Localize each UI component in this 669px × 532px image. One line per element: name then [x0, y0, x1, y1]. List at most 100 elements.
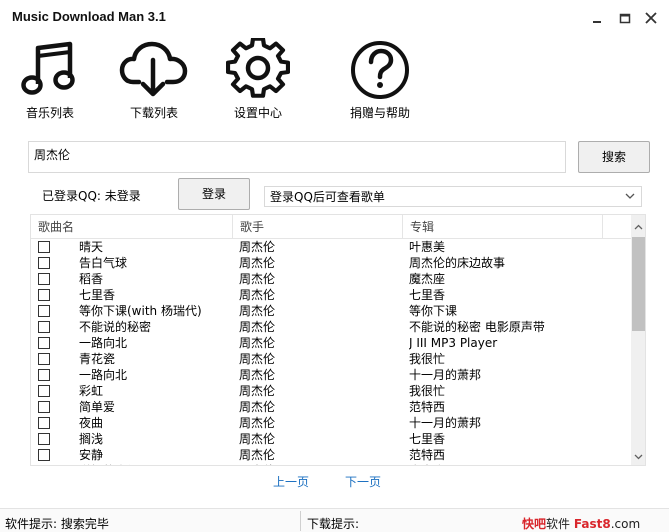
minimize-button[interactable] [586, 8, 608, 28]
song-title-cell: 搁浅 [79, 432, 104, 446]
table-row[interactable]: 告白气球 周杰伦 周杰伦的床边故事 [31, 255, 631, 271]
row-checkbox[interactable] [38, 417, 50, 429]
table-row[interactable]: 稻香 周杰伦 魔杰座 [31, 271, 631, 287]
row-checkbox[interactable] [38, 321, 50, 333]
cloud-download-icon [119, 41, 188, 97]
table-row[interactable]: 七里香 周杰伦 七里香 [31, 287, 631, 303]
table-row[interactable]: 一路向北 周杰伦 十一月的萧邦 [31, 367, 631, 383]
album-cell: J III MP3 Player [409, 336, 498, 350]
watermark: 快吧软件 Fast8.com [522, 515, 640, 532]
header-title[interactable]: 歌曲名 [31, 215, 233, 239]
album-cell: 十一月的萧邦 [409, 416, 482, 430]
table-row[interactable]: 不能说的秘密 周杰伦 不能说的秘密 电影原声带 [31, 319, 631, 335]
artist-cell: 周杰伦 [239, 416, 276, 430]
login-status-value: 未登录 [104, 189, 141, 203]
artist-cell: 周杰伦 [239, 256, 276, 270]
table-row[interactable]: 搁浅 周杰伦 七里香 [31, 431, 631, 447]
row-checkbox[interactable] [38, 273, 50, 285]
artist-cell: 周杰伦 [239, 448, 276, 462]
album-cell: 我很忙 [409, 352, 446, 366]
artist-cell: 周杰伦 [239, 304, 276, 318]
song-title-cell: 彩虹 [79, 384, 104, 398]
header-album[interactable]: 专辑 [403, 215, 603, 239]
scrollbar-thumb[interactable] [632, 237, 645, 331]
download-list-label: 下载列表 [129, 106, 178, 120]
artist-cell: 周杰伦 [239, 432, 276, 446]
album-cell: 七里香 [409, 288, 446, 302]
close-icon [645, 12, 657, 24]
toolbar: 音乐列表 下载列表 设置中心 捐赠与帮助 [0, 38, 669, 124]
song-table: 歌曲名 歌手 专辑 晴天 周杰伦 叶惠美 告白气球 周杰伦 周杰伦的床边故事 稻香 周杰伦 魔杰… [30, 214, 646, 466]
song-title-cell: 晴天 [79, 240, 104, 254]
row-checkbox[interactable] [38, 241, 50, 253]
vertical-scrollbar[interactable] [631, 215, 646, 465]
song-title-cell: 夜曲 [79, 416, 104, 430]
table-row[interactable]: 说好的幸福呢 周杰伦 魔杰座 [31, 463, 631, 466]
search-button[interactable]: 搜索 [578, 141, 650, 173]
scroll-up-icon[interactable] [631, 219, 646, 236]
maximize-button[interactable] [614, 8, 636, 28]
row-checkbox[interactable] [38, 449, 50, 461]
table-row[interactable]: 晴天 周杰伦 叶惠美 [31, 239, 631, 255]
scroll-down-icon[interactable] [631, 448, 646, 465]
login-button[interactable]: 登录 [178, 178, 250, 210]
album-cell: 七里香 [409, 432, 446, 446]
gear-icon [226, 38, 290, 98]
album-cell: 范特西 [409, 400, 446, 414]
artist-cell: 周杰伦 [239, 320, 276, 334]
close-button[interactable] [640, 8, 662, 28]
software-status-value: 搜索完毕 [60, 517, 109, 531]
donate-help-button[interactable]: 捐赠与帮助 [330, 38, 430, 122]
header-artist[interactable]: 歌手 [233, 215, 403, 239]
minimize-icon [593, 21, 601, 23]
prev-page-link[interactable]: 上一页 [273, 473, 309, 490]
song-title-cell: 稻香 [79, 272, 104, 286]
song-title-cell: 说好的幸福呢 [79, 463, 229, 465]
row-checkbox[interactable] [38, 465, 50, 466]
table-row[interactable]: 简单爱 周杰伦 范特西 [31, 399, 631, 415]
row-checkbox[interactable] [38, 401, 50, 413]
row-checkbox[interactable] [38, 369, 50, 381]
watermark-part1: 快吧 [522, 517, 547, 531]
watermark-part4: .com [610, 517, 641, 531]
album-cell: 叶惠美 [409, 240, 446, 254]
table-row[interactable]: 等你下课(with 杨瑞代) 周杰伦 等你下课 [31, 303, 631, 319]
row-checkbox[interactable] [38, 289, 50, 301]
artist-cell: 周杰伦 [239, 352, 276, 366]
artist-cell: 周杰伦 [239, 272, 276, 286]
album-cell: 魔杰座 [409, 272, 446, 286]
download-list-button[interactable]: 下载列表 [104, 38, 204, 122]
help-icon [351, 41, 409, 99]
row-checkbox[interactable] [38, 433, 50, 445]
chevron-down-icon [625, 193, 635, 199]
artist-cell: 周杰伦 [239, 288, 276, 302]
settings-label: 设置中心 [233, 106, 282, 120]
artist-cell: 周杰伦 [239, 368, 276, 382]
music-list-button[interactable]: 音乐列表 [0, 38, 100, 122]
song-title-cell: 一路向北 [79, 336, 128, 350]
table-row[interactable]: 彩虹 周杰伦 我很忙 [31, 383, 631, 399]
settings-button[interactable]: 设置中心 [208, 38, 308, 122]
row-checkbox[interactable] [38, 305, 50, 317]
login-status: 已登录QQ: 未登录 [42, 187, 141, 204]
album-cell: 范特西 [409, 448, 446, 462]
table-row[interactable]: 安静 周杰伦 范特西 [31, 447, 631, 463]
row-checkbox[interactable] [38, 385, 50, 397]
song-title-cell: 青花瓷 [79, 352, 116, 366]
next-page-link[interactable]: 下一页 [345, 473, 381, 490]
table-row[interactable]: 夜曲 周杰伦 十一月的萧邦 [31, 415, 631, 431]
playlist-select-value: 登录QQ后可查看歌单 [270, 190, 385, 204]
table-row[interactable]: 一路向北 周杰伦 J III MP3 Player [31, 335, 631, 351]
login-status-label: 已登录QQ: [42, 189, 101, 203]
table-row[interactable]: 青花瓷 周杰伦 我很忙 [31, 351, 631, 367]
row-checkbox[interactable] [38, 257, 50, 269]
row-checkbox[interactable] [38, 353, 50, 365]
artist-cell: 周杰伦 [239, 336, 276, 350]
row-checkbox[interactable] [38, 337, 50, 349]
album-cell: 不能说的秘密 电影原声带 [409, 320, 545, 334]
search-input[interactable]: 周杰伦 [28, 141, 566, 173]
window-title: Music Download Man 3.1 [12, 9, 166, 24]
playlist-select[interactable]: 登录QQ后可查看歌单 [264, 186, 642, 207]
album-cell: 魔杰座 [409, 463, 609, 465]
album-cell: 等你下课 [409, 304, 458, 318]
